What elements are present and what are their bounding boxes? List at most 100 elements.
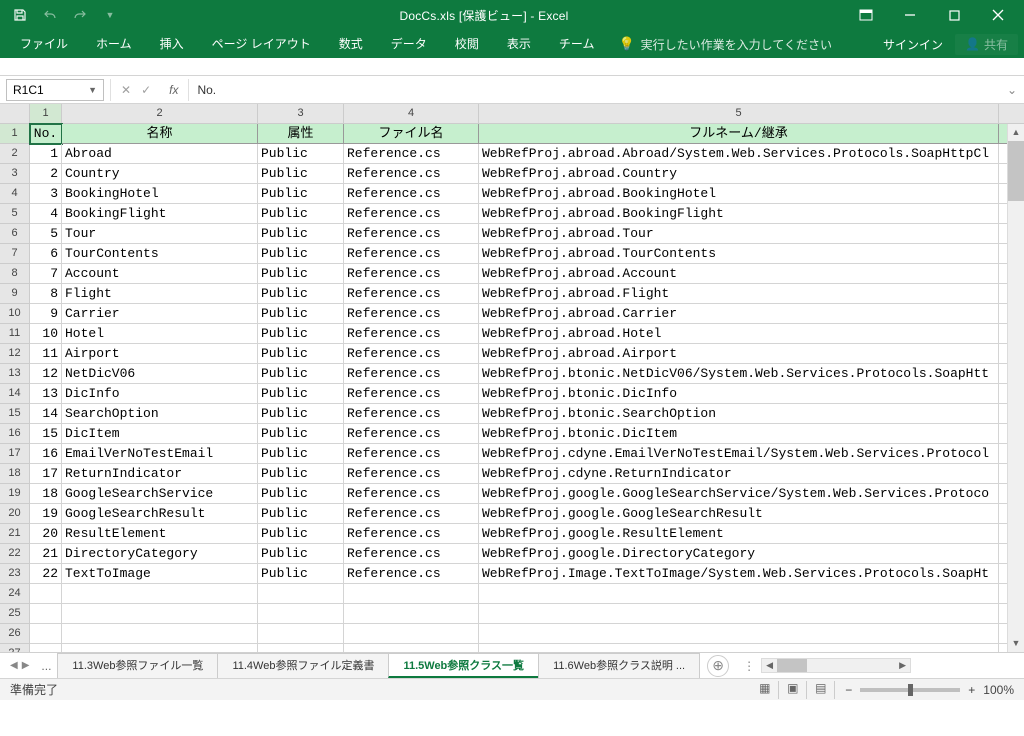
row-header[interactable]: 24 bbox=[0, 584, 30, 604]
cell[interactable]: Reference.cs bbox=[344, 204, 479, 224]
cell[interactable]: Airport bbox=[62, 344, 258, 364]
cell[interactable] bbox=[30, 604, 62, 624]
cell[interactable]: No. bbox=[30, 124, 62, 144]
cell[interactable]: Public bbox=[258, 484, 344, 504]
row-header[interactable]: 8 bbox=[0, 264, 30, 284]
cell[interactable]: WebRefProj.cdyne.ReturnIndicator bbox=[479, 464, 999, 484]
cell[interactable]: GoogleSearchResult bbox=[62, 504, 258, 524]
redo-button[interactable] bbox=[66, 3, 94, 27]
tab-team[interactable]: チーム bbox=[545, 30, 609, 58]
cell[interactable]: Reference.cs bbox=[344, 304, 479, 324]
tab-data[interactable]: データ bbox=[377, 30, 441, 58]
zoom-out-button[interactable]: − bbox=[845, 683, 852, 697]
cell[interactable]: Reference.cs bbox=[344, 544, 479, 564]
cell[interactable]: Public bbox=[258, 504, 344, 524]
cell[interactable]: DicItem bbox=[62, 424, 258, 444]
row-header[interactable]: 1 bbox=[0, 124, 30, 144]
column-header[interactable]: 1 bbox=[30, 104, 62, 124]
page-layout-view-button[interactable]: ▣ bbox=[779, 681, 807, 699]
row-header[interactable]: 4 bbox=[0, 184, 30, 204]
row-header[interactable]: 17 bbox=[0, 444, 30, 464]
cell[interactable]: WebRefProj.abroad.BookingHotel bbox=[479, 184, 999, 204]
cell[interactable]: ReturnIndicator bbox=[62, 464, 258, 484]
cell[interactable]: Public bbox=[258, 404, 344, 424]
cell[interactable]: フルネーム/継承 bbox=[479, 124, 999, 144]
row-header[interactable]: 14 bbox=[0, 384, 30, 404]
cell[interactable]: WebRefProj.abroad.Carrier bbox=[479, 304, 999, 324]
name-box[interactable]: R1C1 ▼ bbox=[6, 79, 104, 101]
cell[interactable]: NetDicV06 bbox=[62, 364, 258, 384]
cell[interactable]: WebRefProj.Image.TextToImage/System.Web.… bbox=[479, 564, 999, 584]
cell[interactable]: Reference.cs bbox=[344, 424, 479, 444]
row-header[interactable]: 13 bbox=[0, 364, 30, 384]
cell[interactable]: Public bbox=[258, 424, 344, 444]
row-header[interactable]: 23 bbox=[0, 564, 30, 584]
cell[interactable]: BookingHotel bbox=[62, 184, 258, 204]
scroll-left-button[interactable]: ◀ bbox=[762, 659, 777, 672]
cell[interactable]: Reference.cs bbox=[344, 404, 479, 424]
row-header[interactable]: 3 bbox=[0, 164, 30, 184]
cell[interactable]: WebRefProj.abroad.Abroad/System.Web.Serv… bbox=[479, 144, 999, 164]
cell[interactable]: Public bbox=[258, 344, 344, 364]
column-header[interactable]: 2 bbox=[62, 104, 258, 124]
cell[interactable]: 2 bbox=[30, 164, 62, 184]
cell[interactable]: 7 bbox=[30, 264, 62, 284]
select-all-corner[interactable] bbox=[0, 104, 30, 124]
sheet-tab[interactable]: 11.3Web参照ファイル一覧 bbox=[57, 653, 218, 678]
row-header[interactable]: 7 bbox=[0, 244, 30, 264]
normal-view-button[interactable]: ▦ bbox=[751, 681, 779, 699]
cell[interactable]: 16 bbox=[30, 444, 62, 464]
cell[interactable]: Public bbox=[258, 284, 344, 304]
cell[interactable] bbox=[258, 604, 344, 624]
cell[interactable]: TextToImage bbox=[62, 564, 258, 584]
cell[interactable]: Reference.cs bbox=[344, 284, 479, 304]
cell[interactable]: WebRefProj.google.GoogleSearchResult bbox=[479, 504, 999, 524]
column-header[interactable]: 4 bbox=[344, 104, 479, 124]
cell[interactable]: 13 bbox=[30, 384, 62, 404]
sheet-tab[interactable]: 11.4Web参照ファイル定義書 bbox=[217, 653, 389, 678]
row-header[interactable]: 19 bbox=[0, 484, 30, 504]
cell[interactable]: Reference.cs bbox=[344, 144, 479, 164]
cell[interactable]: WebRefProj.google.GoogleSearchService/Sy… bbox=[479, 484, 999, 504]
cell[interactable]: 4 bbox=[30, 204, 62, 224]
cells-area[interactable]: No.名称属性ファイル名フルネーム/継承説明1AbroadPublicRefer… bbox=[30, 124, 1024, 652]
cell[interactable]: WebRefProj.btonic.SearchOption bbox=[479, 404, 999, 424]
cell[interactable]: Reference.cs bbox=[344, 184, 479, 204]
cell[interactable]: Reference.cs bbox=[344, 264, 479, 284]
cell[interactable]: WebRefProj.abroad.TourContents bbox=[479, 244, 999, 264]
sheet-more-left[interactable]: ... bbox=[35, 659, 57, 673]
cell[interactable] bbox=[258, 624, 344, 644]
cell[interactable]: Public bbox=[258, 564, 344, 584]
tab-home[interactable]: ホーム bbox=[82, 30, 146, 58]
cell[interactable] bbox=[258, 584, 344, 604]
cell[interactable]: Public bbox=[258, 544, 344, 564]
cell[interactable]: Carrier bbox=[62, 304, 258, 324]
row-header[interactable]: 15 bbox=[0, 404, 30, 424]
cell[interactable] bbox=[62, 584, 258, 604]
tab-file[interactable]: ファイル bbox=[6, 30, 82, 58]
cancel-formula-button[interactable]: ✕ bbox=[121, 83, 131, 97]
cell[interactable]: Reference.cs bbox=[344, 344, 479, 364]
cell[interactable]: 属性 bbox=[258, 124, 344, 144]
scroll-right-button[interactable]: ▶ bbox=[895, 659, 910, 672]
cell[interactable]: WebRefProj.cdyne.EmailVerNoTestEmail/Sys… bbox=[479, 444, 999, 464]
cell[interactable]: BookingFlight bbox=[62, 204, 258, 224]
column-header[interactable]: 6 bbox=[999, 104, 1024, 124]
cell[interactable]: Public bbox=[258, 204, 344, 224]
cell[interactable]: DirectoryCategory bbox=[62, 544, 258, 564]
formula-input[interactable]: No. bbox=[189, 83, 1000, 97]
sheet-tabs-overflow[interactable]: ⋮ bbox=[737, 659, 761, 673]
cell[interactable]: WebRefProj.abroad.Tour bbox=[479, 224, 999, 244]
sheet-tab[interactable]: 11.6Web参照クラス説明 ... bbox=[538, 653, 700, 678]
cell[interactable]: Abroad bbox=[62, 144, 258, 164]
horizontal-scrollbar[interactable]: ◀ ▶ bbox=[761, 658, 911, 673]
column-header[interactable]: 3 bbox=[258, 104, 344, 124]
row-header[interactable]: 9 bbox=[0, 284, 30, 304]
cell[interactable]: 6 bbox=[30, 244, 62, 264]
cell[interactable]: 17 bbox=[30, 464, 62, 484]
cell[interactable]: Public bbox=[258, 304, 344, 324]
sheet-tab[interactable]: 11.5Web参照クラス一覧 bbox=[388, 653, 539, 678]
cell[interactable]: Account bbox=[62, 264, 258, 284]
cell[interactable]: Reference.cs bbox=[344, 524, 479, 544]
cell[interactable]: WebRefProj.btonic.DicInfo bbox=[479, 384, 999, 404]
